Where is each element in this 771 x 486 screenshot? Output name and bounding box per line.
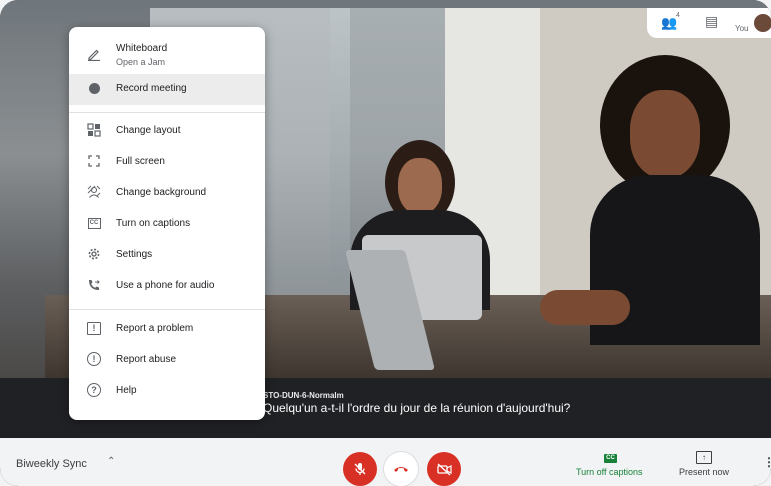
caption-speaker: STO-DUN-6-Normalm bbox=[263, 391, 344, 400]
menu-item-label: Use a phone for audio bbox=[116, 280, 215, 291]
participants-count: 4 bbox=[676, 12, 680, 19]
bottom-bar: Biweekly Sync ⌃ CC Turn off captions ↑ P… bbox=[0, 438, 771, 486]
menu-item-turn-on-captions[interactable]: CC Turn on captions bbox=[69, 209, 265, 240]
menu-item-report-problem[interactable]: ! Report a problem bbox=[69, 314, 265, 345]
menu-divider bbox=[69, 112, 265, 113]
help-icon: ? bbox=[87, 383, 101, 397]
menu-item-label: Settings bbox=[116, 249, 153, 260]
mic-off-button[interactable] bbox=[343, 452, 377, 486]
more-options-icon[interactable]: ⋮ bbox=[763, 455, 771, 469]
gear-icon bbox=[87, 247, 101, 261]
menu-item-change-background[interactable]: Change background bbox=[69, 178, 265, 209]
participant-woman-right bbox=[540, 55, 765, 345]
menu-item-help[interactable]: ? Help bbox=[69, 376, 265, 407]
menu-item-label: Record meeting bbox=[116, 83, 187, 94]
menu-item-report-abuse[interactable]: ! Report abuse bbox=[69, 345, 265, 376]
menu-item-full-screen[interactable]: Full screen bbox=[69, 147, 265, 178]
present-icon[interactable]: ↑ bbox=[696, 451, 712, 464]
menu-item-record-meeting[interactable]: Record meeting bbox=[69, 74, 265, 105]
menu-divider bbox=[69, 309, 265, 310]
present-now-button[interactable]: Present now bbox=[679, 467, 729, 477]
avatar[interactable] bbox=[754, 14, 771, 32]
layout-icon bbox=[87, 123, 101, 137]
alert-icon: ! bbox=[87, 352, 101, 366]
caption-text: Quelqu'un a-t-il l'ordre du jour de la r… bbox=[263, 401, 571, 415]
menu-item-label: Change layout bbox=[116, 125, 181, 136]
more-options-menu: Whiteboard Open a Jam Record meeting Cha… bbox=[69, 27, 265, 420]
meeting-name[interactable]: Biweekly Sync bbox=[16, 458, 87, 470]
menu-item-label: Change background bbox=[116, 187, 207, 198]
chat-icon[interactable]: ▤ bbox=[705, 13, 718, 30]
menu-item-change-layout[interactable]: Change layout bbox=[69, 116, 265, 147]
record-dot-icon bbox=[87, 81, 101, 95]
menu-item-settings[interactable]: Settings bbox=[69, 240, 265, 271]
menu-item-label: Turn on captions bbox=[116, 218, 191, 229]
pen-icon bbox=[87, 47, 101, 61]
self-label: You bbox=[735, 24, 749, 33]
captions-icon: CC bbox=[87, 216, 101, 230]
menu-item-label: Report a problem bbox=[116, 323, 194, 334]
menu-item-sublabel: Open a Jam bbox=[116, 57, 166, 67]
camera-off-icon bbox=[436, 462, 452, 476]
meet-window: STO-DUN-6-Normalm Quelqu'un a-t-il l'ord… bbox=[0, 0, 771, 486]
feedback-icon: ! bbox=[87, 321, 101, 335]
menu-item-label: Help bbox=[116, 385, 137, 396]
hang-up-icon bbox=[394, 467, 408, 472]
people-icon[interactable]: 👥 bbox=[661, 15, 677, 31]
background-icon bbox=[87, 185, 101, 199]
chevron-up-icon[interactable]: ⌃ bbox=[107, 456, 115, 467]
menu-item-label: Whiteboard bbox=[116, 43, 168, 54]
menu-item-label: Report abuse bbox=[116, 354, 177, 365]
camera-off-button[interactable] bbox=[427, 452, 461, 486]
menu-item-phone-audio[interactable]: Use a phone for audio bbox=[69, 271, 265, 302]
fullscreen-icon bbox=[87, 154, 101, 168]
phone-icon bbox=[87, 278, 101, 292]
menu-item-label: Full screen bbox=[116, 156, 165, 167]
top-right-bar: 👥 4 ▤ You bbox=[647, 8, 771, 38]
turn-off-captions-button[interactable]: Turn off captions bbox=[576, 467, 643, 477]
captions-icon[interactable]: CC bbox=[604, 454, 617, 463]
hang-up-button[interactable] bbox=[384, 452, 418, 486]
menu-item-whiteboard[interactable]: Whiteboard Open a Jam bbox=[69, 37, 265, 73]
mic-off-icon bbox=[354, 463, 366, 475]
